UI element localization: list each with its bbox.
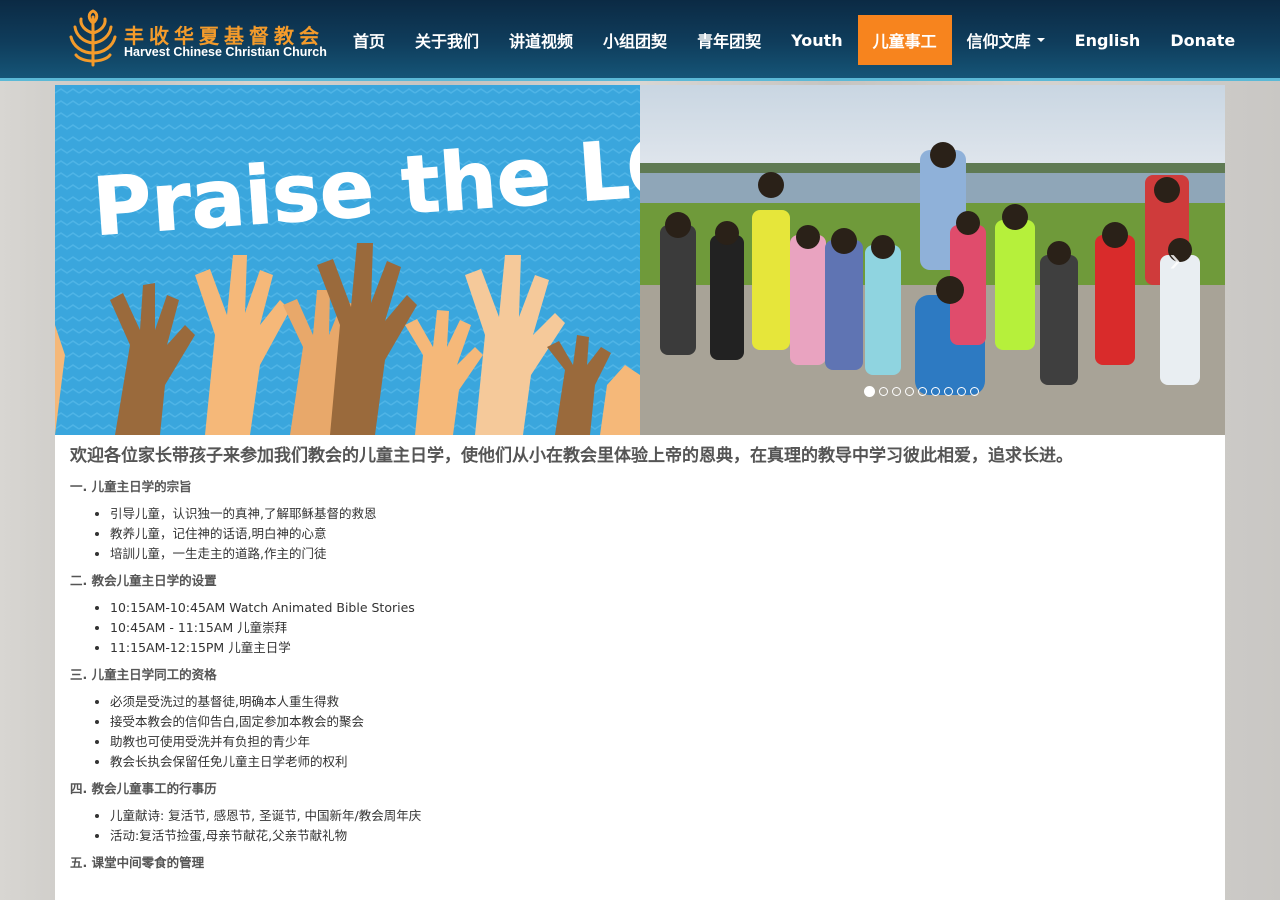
list-item: 助教也可使用受洗并有负担的青少年 (110, 732, 1210, 752)
nav-donate[interactable]: Donate (1155, 15, 1250, 65)
list-item: 10:45AM - 11:15AM 儿童崇拜 (110, 618, 1210, 638)
nav-youth[interactable]: Youth (776, 15, 858, 65)
praise-hands-illustration: Praise the LORD! (55, 85, 862, 435)
section-list: 10:15AM-10:45AM Watch Animated Bible Sto… (70, 598, 1210, 658)
carousel-dot[interactable] (892, 387, 901, 396)
carousel-dot[interactable] (944, 387, 953, 396)
nav-label: 小组团契 (603, 32, 668, 51)
nav-label: 讲道视频 (509, 32, 574, 51)
section-list: 儿童献诗: 复活节, 感恩节, 圣诞节, 中国新年/教会周年庆 活动:复活节捡蛋… (70, 806, 1210, 846)
section-list: 引导儿童，认识独一的真神,了解耶稣基督的救恩 教养儿童，记住神的话语,明白神的心… (70, 504, 1210, 564)
nav-label: Donate (1170, 30, 1236, 50)
church-logo[interactable]: 丰收华夏基督教会 Harvest Chinese Christian Churc… (68, 9, 328, 69)
list-item: 活动:复活节捡蛋,母亲节献花,父亲节献礼物 (110, 826, 1210, 846)
section-heading: 一. 儿童主日学的宗旨 (70, 479, 192, 494)
nav-home[interactable]: 首页 (338, 15, 400, 65)
wheat-logo-icon (69, 9, 117, 67)
logo-english-name: Harvest Chinese Christian Church (124, 45, 327, 59)
nav-label: English (1074, 30, 1141, 50)
carousel-dot[interactable] (931, 387, 940, 396)
list-item: 教养儿童，记住神的话语,明白神的心意 (110, 524, 1210, 544)
list-item: 接受本教会的信仰告白,固定参加本教会的聚会 (110, 712, 1210, 732)
nav-label: 青年团契 (697, 32, 762, 51)
section-heading: 四. 教会儿童事工的行事历 (70, 781, 217, 796)
section-heading: 三. 儿童主日学同工的资格 (70, 667, 217, 682)
nav-label: 首页 (353, 32, 386, 51)
nav-label: Youth (791, 30, 843, 50)
list-item: 儿童献诗: 复活节, 感恩节, 圣诞节, 中国新年/教会周年庆 (110, 806, 1210, 826)
list-item: 11:15AM-12:15PM 儿童主日学 (110, 638, 1210, 658)
carousel-dot[interactable] (970, 387, 979, 396)
section-list: 必须是受洗过的基督徒,明确本人重生得救 接受本教会的信仰告白,固定参加本教会的聚… (70, 692, 1210, 772)
carousel-dot[interactable] (879, 387, 888, 396)
children-group-photo (640, 85, 1225, 435)
chevron-right-icon[interactable]: › (1165, 240, 1185, 280)
list-item: 教会长执会保留任免儿童主日学老师的权利 (110, 752, 1210, 772)
top-navbar: 丰收华夏基督教会 Harvest Chinese Christian Churc… (0, 0, 1280, 81)
section-heading: 二. 教会儿童主日学的设置 (70, 573, 217, 588)
praise-the-lord-graphic: Praise the LORD! (55, 85, 862, 435)
section-heading: 五. 课堂中间零食的管理 (70, 855, 205, 870)
nav-sermon-videos[interactable]: 讲道视频 (494, 15, 588, 65)
nav-about-us[interactable]: 关于我们 (400, 15, 494, 65)
list-item: 10:15AM-10:45AM Watch Animated Bible Sto… (110, 598, 1210, 618)
main-container: Praise the LORD! › 欢迎各位家长带孩子来参加我们教会的儿童主日… (55, 85, 1225, 900)
caret-down-icon (1036, 38, 1045, 42)
group-photo-illustration (640, 85, 1225, 435)
nav-young-adults[interactable]: 青年团契 (682, 15, 776, 65)
carousel-dot[interactable] (864, 386, 875, 397)
nav-label: 儿童事工 (872, 32, 937, 51)
list-item: 培訓儿童，一生走主的道路,作主的门徒 (110, 544, 1210, 564)
nav-label: 关于我们 (415, 32, 480, 51)
intro-paragraph: 欢迎各位家长带孩子来参加我们教会的儿童主日学，使他们从小在教会里体验上帝的恩典，… (70, 446, 1073, 466)
main-nav: 首页 关于我们 讲道视频 小组团契 青年团契 Youth 儿童事工 信仰文库 E… (338, 15, 1250, 65)
nav-label: 信仰文库 (966, 32, 1031, 51)
nav-small-groups[interactable]: 小组团契 (588, 15, 682, 65)
carousel-indicators (864, 386, 979, 397)
carousel-dot[interactable] (957, 387, 966, 396)
carousel-dot[interactable] (918, 387, 927, 396)
banner-carousel[interactable]: Praise the LORD! › (55, 85, 1225, 435)
nav-children-ministry[interactable]: 儿童事工 (857, 15, 952, 65)
children-ministry-content: 欢迎各位家长带孩子来参加我们教会的儿童主日学，使他们从小在教会里体验上帝的恩典，… (70, 441, 1210, 874)
list-item: 必须是受洗过的基督徒,明确本人重生得救 (110, 692, 1210, 712)
nav-faith-library-dropdown[interactable]: 信仰文库 (952, 15, 1060, 65)
nav-english[interactable]: English (1060, 15, 1156, 65)
carousel-dot[interactable] (905, 387, 914, 396)
list-item: 引导儿童，认识独一的真神,了解耶稣基督的救恩 (110, 504, 1210, 524)
